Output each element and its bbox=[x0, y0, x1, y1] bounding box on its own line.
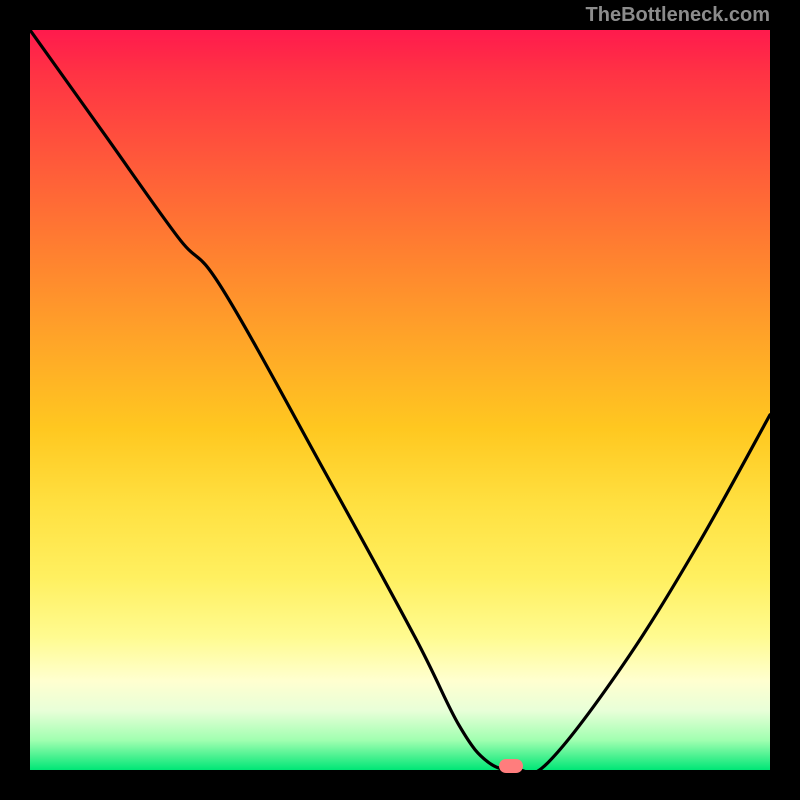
plot-area bbox=[30, 30, 770, 770]
chart-container: TheBottleneck.com bbox=[0, 0, 800, 800]
optimal-marker bbox=[499, 759, 523, 773]
bottleneck-curve-path bbox=[30, 30, 770, 770]
curve-svg bbox=[30, 30, 770, 770]
watermark-text: TheBottleneck.com bbox=[586, 4, 770, 27]
